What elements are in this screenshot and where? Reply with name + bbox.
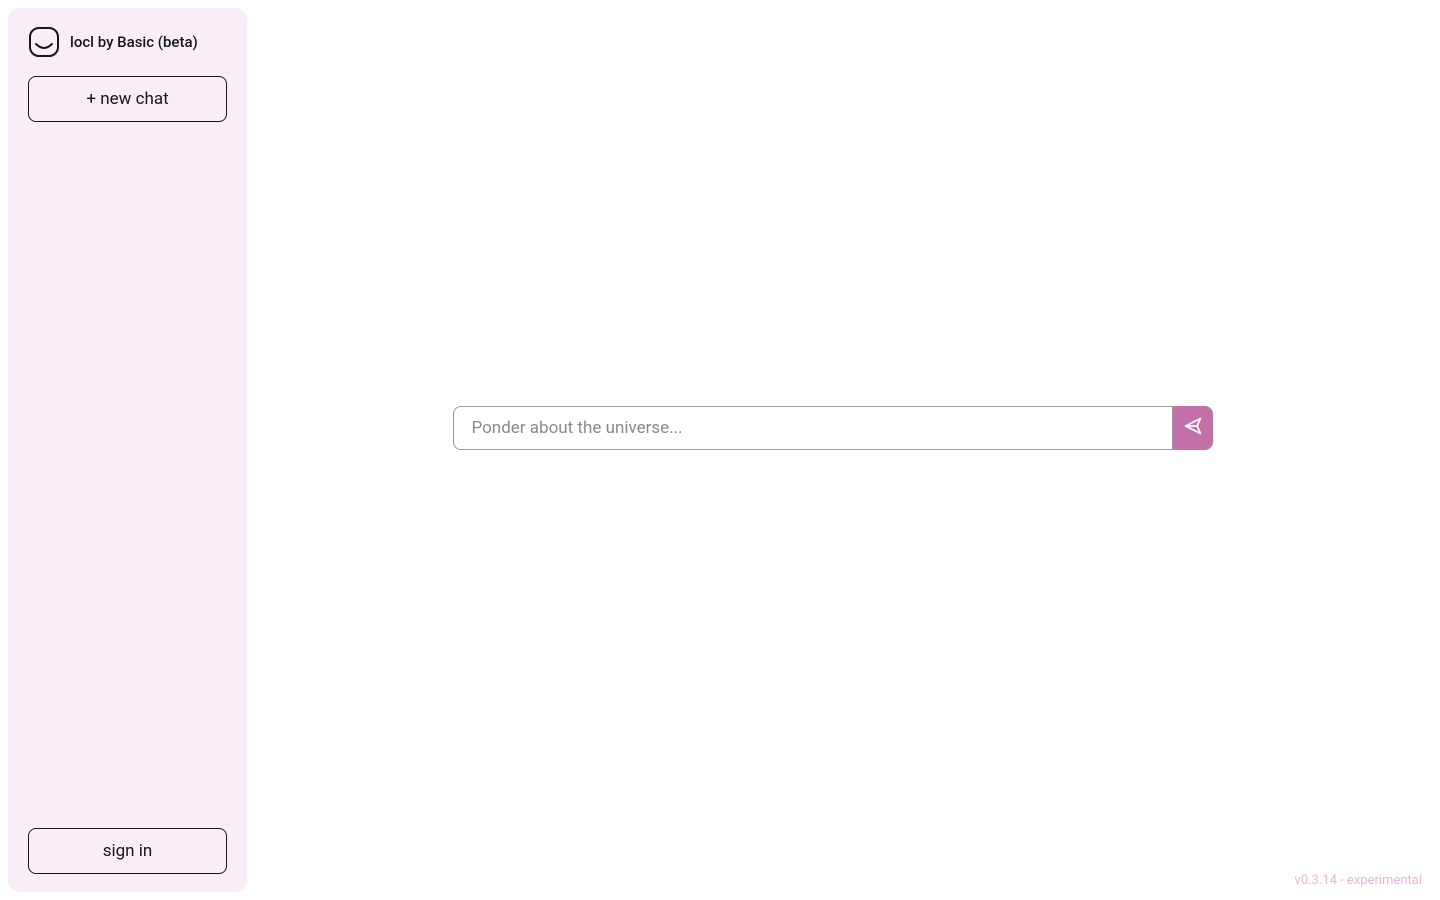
- sign-in-button[interactable]: sign in: [28, 828, 227, 874]
- sidebar-spacer: [28, 122, 227, 828]
- send-button[interactable]: [1173, 406, 1213, 450]
- new-chat-button[interactable]: + new chat: [28, 76, 227, 122]
- logo-icon: [28, 26, 60, 58]
- chat-input-wrapper: [453, 406, 1213, 450]
- sidebar: locl by Basic (beta) + new chat sign in: [8, 8, 247, 892]
- sidebar-header: locl by Basic (beta): [28, 26, 227, 58]
- main-area: v0.3.14 - experimental: [255, 0, 1440, 900]
- version-label: v0.3.14 - experimental: [1295, 873, 1422, 888]
- send-icon: [1183, 416, 1203, 439]
- app-title: locl by Basic (beta): [70, 33, 198, 51]
- chat-input[interactable]: [453, 406, 1173, 450]
